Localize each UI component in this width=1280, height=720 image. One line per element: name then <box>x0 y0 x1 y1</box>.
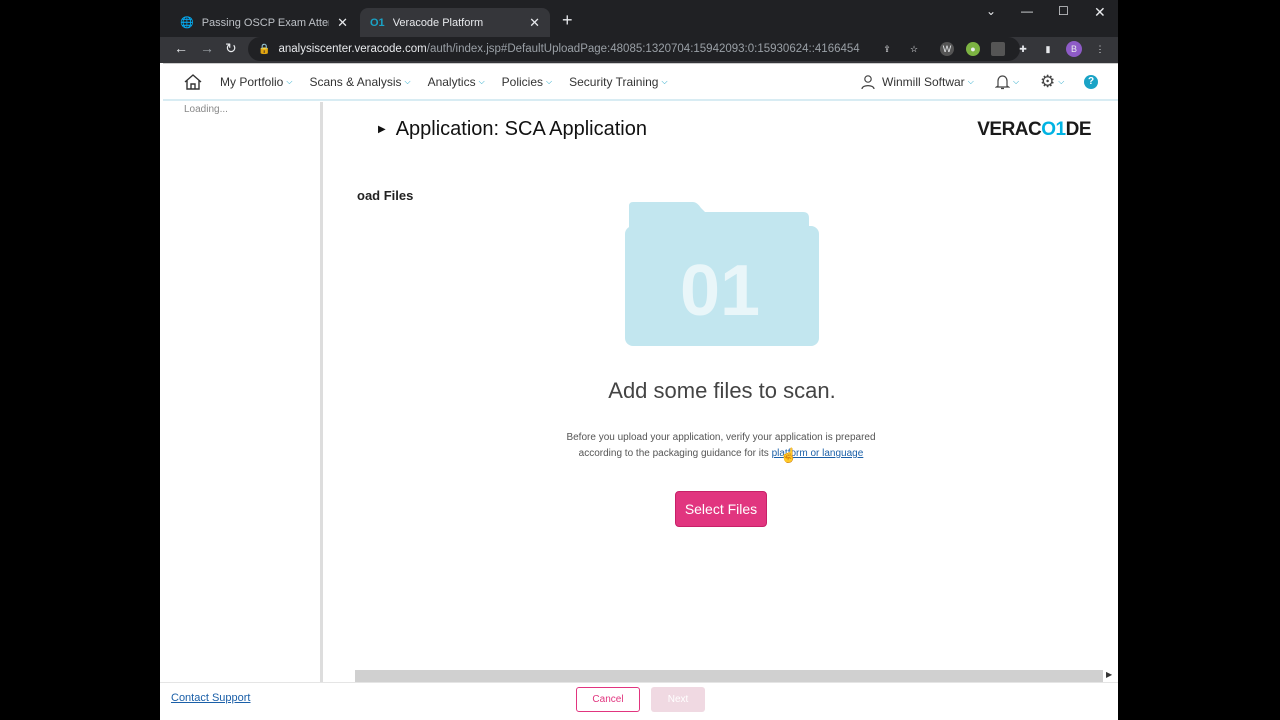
tab-oscp[interactable]: 🌐 Passing OSCP Exam Attempt #3... ✕ <box>170 8 358 37</box>
account-menu[interactable]: Winmill Softwar ⌵ <box>860 74 974 90</box>
sidepanel-icon[interactable]: ▮ <box>1041 42 1055 56</box>
star-icon[interactable]: ☆ <box>907 42 921 56</box>
chevron-down-icon: ⌵ <box>286 76 293 86</box>
close-window-button[interactable]: ✕ <box>1094 4 1106 21</box>
close-icon[interactable]: ✕ <box>337 15 348 31</box>
menu-icon[interactable]: ⋮ <box>1093 42 1107 56</box>
reload-button[interactable]: ↻ <box>225 40 237 57</box>
user-icon <box>861 74 875 89</box>
nav-my-portfolio[interactable]: My Portfolio ⌵ <box>220 75 292 89</box>
scroll-right-icon[interactable]: ▶ <box>1106 670 1112 679</box>
forward-button[interactable]: → <box>200 40 214 56</box>
profile-avatar[interactable]: B <box>1066 41 1082 57</box>
help-icon[interactable]: ? <box>1084 74 1098 89</box>
bell-icon <box>995 74 1010 89</box>
tab-title: Passing OSCP Exam Attempt #3... <box>201 16 329 29</box>
nav-security-training[interactable]: Security Training ⌵ <box>569 75 667 89</box>
account-name: Winmill Softwar <box>882 74 965 89</box>
left-sidebar: Loading... <box>163 102 323 682</box>
maximize-button[interactable]: ☐ <box>1058 4 1069 18</box>
close-icon[interactable]: ✕ <box>529 15 540 31</box>
loading-indicator: Loading... <box>184 104 228 115</box>
app-navigation: My Portfolio ⌵ Scans & Analysis ⌵ Analytic… <box>163 63 1118 101</box>
horizontal-scrollbar[interactable] <box>355 670 1103 682</box>
back-button[interactable]: ← <box>174 40 188 56</box>
url-path: /auth/index.jsp#DefaultUploadPage:48085:… <box>426 43 860 55</box>
home-icon[interactable] <box>183 73 203 91</box>
packaging-guidance: Before you upload your application, veri… <box>566 432 876 459</box>
chevron-down-icon: ⌵ <box>661 76 668 86</box>
url-host: analysiscenter.veracode.com <box>278 43 427 55</box>
chevron-down-icon: ⌵ <box>404 76 411 86</box>
chevron-down-icon: ⌵ <box>478 76 485 86</box>
gear-icon: ⚙ <box>1040 71 1056 91</box>
folder-icon: 01 <box>625 202 819 346</box>
tab-title: Veracode Platform <box>392 16 484 29</box>
share-icon[interactable]: ⇪ <box>880 42 894 56</box>
nav-analytics[interactable]: Analytics ⌵ <box>428 75 485 89</box>
extension-green-icon[interactable]: ● <box>966 42 980 56</box>
footer-bar: Contact Support Cancel Next <box>160 682 1118 720</box>
puzzle-icon[interactable]: ✚ <box>1016 42 1030 56</box>
browser-window: 🌐 Passing OSCP Exam Attempt #3... ✕ O1 V… <box>160 0 1118 720</box>
new-tab-button[interactable]: + <box>562 10 573 31</box>
globe-icon: 🌐 <box>180 17 194 29</box>
address-bar[interactable]: 🔒 analysiscenter.veracode.com /auth/inde… <box>248 37 1020 61</box>
svg-text:01: 01 <box>680 251 760 331</box>
notifications-menu[interactable]: ⌵ <box>995 74 1019 90</box>
tab-strip: 🌐 Passing OSCP Exam Attempt #3... ✕ O1 V… <box>160 0 1118 37</box>
browser-toolbar: ← → ↻ 🔒 analysiscenter.veracode.com /aut… <box>160 37 1118 63</box>
chevron-down-icon[interactable]: ⌄ <box>986 4 996 18</box>
minimize-button[interactable]: — <box>1021 4 1033 18</box>
extension-w-icon[interactable]: W <box>940 42 954 56</box>
tab-veracode[interactable]: O1 Veracode Platform ✕ <box>360 8 550 37</box>
settings-menu[interactable]: ⚙ ⌵ <box>1040 72 1064 92</box>
chevron-down-icon: ⌵ <box>1013 76 1020 86</box>
contact-support-link[interactable]: Contact Support <box>171 692 251 704</box>
nav-scans-analysis[interactable]: Scans & Analysis ⌵ <box>309 75 410 89</box>
main-content: ▶ Application: SCA Application VERACO1DE… <box>326 102 1118 682</box>
next-button[interactable]: Next <box>651 687 705 712</box>
chevron-down-icon: ⌵ <box>967 76 974 86</box>
veracode-favicon-icon: O1 <box>370 16 385 29</box>
empty-state-title: Add some files to scan. <box>608 378 836 403</box>
caret-right-icon[interactable]: ▶ <box>378 124 386 135</box>
lock-icon: 🔒 <box>258 43 271 55</box>
chevron-down-icon: ⌵ <box>546 76 553 86</box>
section-heading: oad Files <box>357 188 414 203</box>
extension-square-icon[interactable] <box>991 42 1005 56</box>
select-files-button[interactable]: Select Files <box>675 491 767 527</box>
nav-policies[interactable]: Policies ⌵ <box>502 75 552 89</box>
chevron-down-icon: ⌵ <box>1058 76 1065 86</box>
veracode-logo: VERACO1DE <box>977 119 1091 140</box>
page-title[interactable]: ▶ Application: SCA Application <box>378 118 647 141</box>
hand-cursor-icon: ☝ <box>780 447 798 463</box>
cancel-button[interactable]: Cancel <box>576 687 640 712</box>
